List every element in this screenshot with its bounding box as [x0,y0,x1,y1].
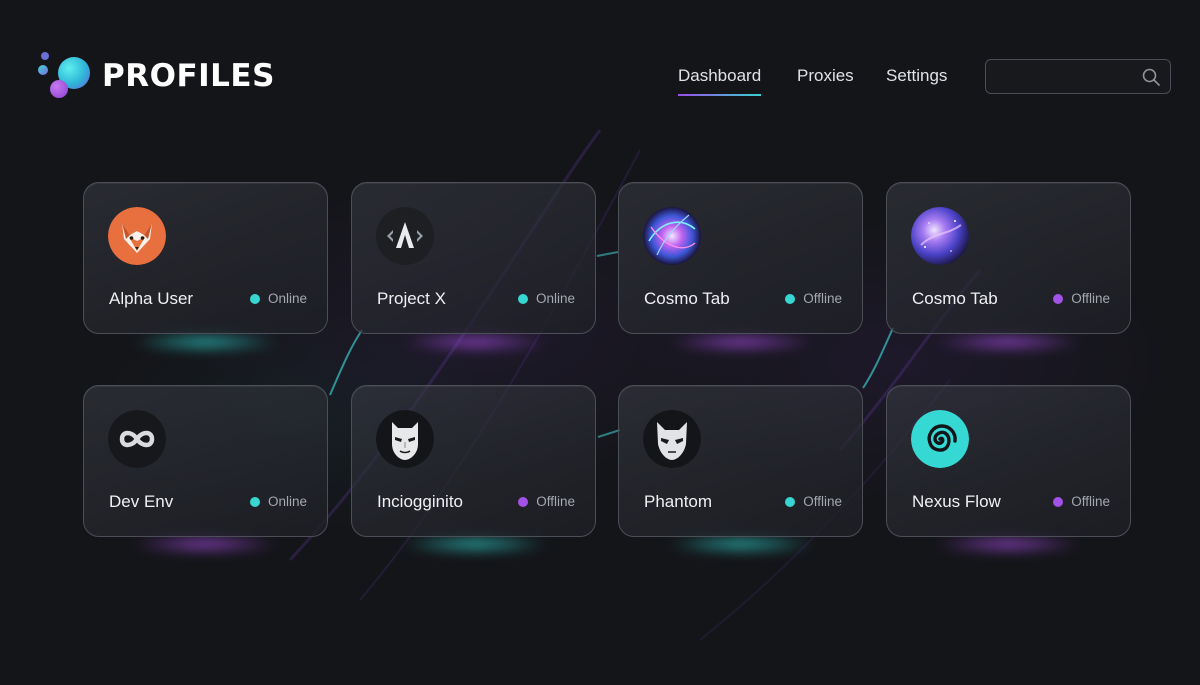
profile-name: Project X [377,289,446,308]
status-badge: Offline [518,494,575,509]
profile-card-dev-env[interactable]: Dev Env Online [83,385,328,537]
status-text: Offline [803,291,842,306]
profile-name: Nexus Flow [912,492,1001,511]
status-badge: Offline [1053,494,1110,509]
status-badge: Offline [785,291,842,306]
status-dot [518,496,529,507]
search-icon[interactable] [1142,68,1160,86]
spiral-icon [911,410,969,468]
status-text: Offline [536,494,575,509]
energy-orb-icon [643,207,701,265]
status-text: Offline [1071,494,1110,509]
profile-name: Dev Env [109,492,174,511]
mask-icon [376,410,434,468]
infinity-icon [108,410,166,468]
card-glow [666,333,816,351]
profile-name: Alpha User [109,289,194,308]
profile-card-phantom[interactable]: Phantom Offline [618,385,863,537]
card-glow [400,535,550,553]
status-text: Online [535,291,575,306]
nav-tab-dashboard[interactable]: Dashboard [678,66,762,96]
bubbles-logo-icon[interactable] [38,52,92,102]
profile-name: Cosmo Tab [644,289,730,308]
status-badge: Online [249,494,307,509]
status-badge: Offline [1053,291,1110,306]
letter-a-logo-icon [376,207,434,265]
status-badge: Online [249,291,307,306]
profile-name: Phantom [644,492,713,511]
status-text: Online [267,494,307,509]
search-input[interactable] [996,66,1140,90]
profile-card-cosmo-tab-1[interactable]: Cosmo Tab Offline [618,182,863,334]
card-glow [666,535,816,553]
status-dot [249,293,260,304]
profile-card-alpha-user[interactable]: Alpha User Online [83,182,328,334]
card-glow [933,535,1083,553]
profile-card-inciogginito[interactable]: Inciogginito Offline [351,385,596,537]
status-dot [249,496,260,507]
status-dot [785,293,796,304]
status-dot [785,496,796,507]
card-glow [130,333,280,351]
status-badge: Online [517,291,575,306]
card-glow [400,333,550,351]
galaxy-icon [911,207,969,265]
search-box[interactable] [985,59,1171,94]
profile-card-cosmo-tab-2[interactable]: Cosmo Tab Offline [886,182,1131,334]
status-dot [1053,496,1064,507]
status-dot [1053,293,1064,304]
card-glow [130,535,280,553]
nav-tab-settings[interactable]: Settings [886,66,947,86]
status-badge: Offline [785,494,842,509]
fox-icon [108,207,166,265]
card-glow [933,333,1083,351]
app-title: PROFILES [102,58,275,94]
profile-name: Cosmo Tab [912,289,998,308]
profile-card-nexus-flow[interactable]: Nexus Flow Offline [886,385,1131,537]
profile-name: Inciogginito [377,492,464,511]
status-text: Online [267,291,307,306]
status-text: Offline [803,494,842,509]
status-text: Offline [1071,291,1110,306]
status-dot [517,293,528,304]
phantom-mask-icon [643,410,701,468]
nav-tab-proxies[interactable]: Proxies [797,66,854,86]
profile-card-project-x[interactable]: Project X Online [351,182,596,334]
